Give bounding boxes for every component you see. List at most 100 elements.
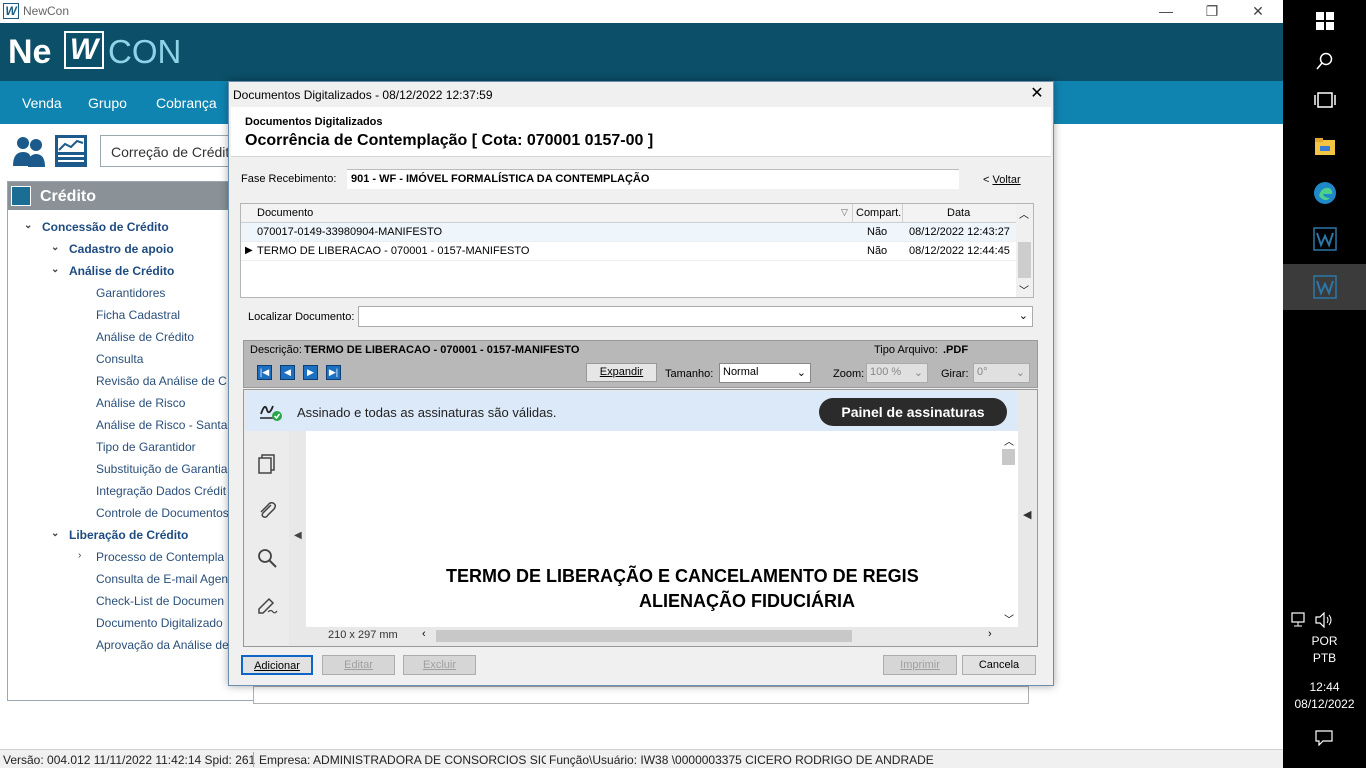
- users-icon[interactable]: [12, 134, 46, 168]
- collapse-left-icon[interactable]: ◀: [294, 530, 302, 541]
- tree-item[interactable]: Controle de Documentos: [96, 506, 229, 520]
- tipo-arquivo-label: Tipo Arquivo:: [874, 344, 938, 356]
- row-documento: TERMO DE LIBERACAO - 070001 - 0157-MANIF…: [257, 245, 530, 257]
- language-code[interactable]: POR: [1283, 634, 1366, 648]
- editar-button[interactable]: Editar: [322, 655, 395, 675]
- scroll-down-icon[interactable]: ﹀: [1019, 282, 1029, 297]
- edge-button[interactable]: [1283, 170, 1366, 216]
- scroll-up-icon[interactable]: ︿: [1019, 206, 1029, 221]
- localizar-documento-combo[interactable]: ⌄: [358, 306, 1033, 327]
- notification-icon[interactable]: [1315, 730, 1333, 746]
- scroll-right-icon[interactable]: ›: [988, 628, 992, 640]
- tree-item[interactable]: ⌄ Concessão de Crédito: [24, 220, 169, 234]
- volume-icon[interactable]: [1315, 612, 1335, 628]
- scroll-thumb[interactable]: [436, 630, 852, 642]
- table-row-selected[interactable]: ▶ TERMO DE LIBERACAO - 070001 - 0157-MAN…: [241, 242, 1017, 261]
- close-window-button[interactable]: ✕: [1235, 0, 1281, 23]
- minimize-button[interactable]: —: [1143, 0, 1189, 23]
- scroll-thumb[interactable]: [1002, 449, 1015, 465]
- col-data[interactable]: Data: [947, 207, 970, 219]
- tree-item[interactable]: Aprovação da Análise de: [96, 638, 229, 652]
- chevron-down-icon[interactable]: ⌄: [51, 528, 59, 539]
- tamanho-select[interactable]: Normal ⌄: [719, 363, 811, 383]
- last-page-button[interactable]: ▶|: [326, 365, 341, 380]
- chart-board-icon[interactable]: [54, 134, 88, 168]
- newcon-taskbar-button-2[interactable]: [1283, 264, 1366, 310]
- scroll-down-icon[interactable]: ﹀: [1004, 611, 1014, 626]
- expandir-button[interactable]: Expandir: [586, 363, 657, 382]
- next-page-button[interactable]: ▶: [303, 365, 318, 380]
- file-explorer-button[interactable]: [1283, 122, 1366, 168]
- chevron-right-icon[interactable]: ›: [78, 550, 81, 561]
- scroll-up-icon[interactable]: ︿: [1004, 433, 1014, 448]
- scroll-left-icon[interactable]: ‹: [422, 628, 426, 640]
- collapse-right-icon[interactable]: ◀: [1023, 508, 1031, 521]
- tree-item[interactable]: Check-List de Documen: [96, 594, 224, 608]
- prev-page-button[interactable]: ◀: [280, 365, 295, 380]
- tree-item[interactable]: Ficha Cadastral: [96, 308, 180, 322]
- row-data: 08/12/2022 12:44:45: [909, 245, 1010, 257]
- table-row[interactable]: 070017-0149-33980904-MANIFESTO Não 08/12…: [241, 223, 1017, 242]
- chevron-down-icon[interactable]: ⌄: [24, 220, 32, 231]
- chevron-down-icon[interactable]: ⌄: [51, 242, 59, 253]
- logo-w-box: W: [64, 31, 104, 69]
- list-icon: [11, 186, 31, 206]
- girar-select[interactable]: 0° ⌄: [973, 363, 1030, 383]
- pages-icon[interactable]: [256, 453, 278, 475]
- dialog-title: Documentos Digitalizados - 08/12/2022 12…: [233, 88, 493, 102]
- attachment-icon[interactable]: [256, 499, 278, 521]
- cancela-button[interactable]: Cancela: [962, 655, 1036, 675]
- sign-pen-icon[interactable]: [256, 594, 278, 616]
- network-icon[interactable]: [1291, 612, 1311, 628]
- tree-item[interactable]: › Processo de Contempla: [78, 550, 224, 564]
- tree-item[interactable]: ⌄ Cadastro de apoio: [51, 242, 174, 256]
- menu-venda[interactable]: Venda: [22, 95, 62, 111]
- zoom-select[interactable]: 100 % ⌄: [866, 363, 928, 383]
- grid-scrollbar[interactable]: ︿ ﹀: [1016, 204, 1033, 297]
- tree-item[interactable]: ⌄ Liberação de Crédito: [51, 528, 188, 542]
- col-compart[interactable]: Compart.: [856, 207, 901, 219]
- row-compart: Não: [867, 226, 888, 238]
- restore-button[interactable]: ❐: [1189, 0, 1235, 23]
- tree-item[interactable]: Análise de Risco - Santa: [96, 418, 227, 432]
- task-view-button[interactable]: [1283, 77, 1366, 123]
- excluir-button[interactable]: Excluir: [403, 655, 476, 675]
- voltar-link[interactable]: < Voltar: [983, 174, 1021, 186]
- chevron-down-icon[interactable]: ⌄: [51, 264, 59, 275]
- signature-valid-icon: [260, 405, 282, 421]
- window-title: NewCon: [23, 4, 70, 18]
- tree-item[interactable]: Consulta: [96, 352, 143, 366]
- tree-item[interactable]: Substituição de Garantia: [96, 462, 227, 476]
- tree-item[interactable]: Garantidores: [96, 286, 165, 300]
- pdf-horizontal-scrollbar[interactable]: ‹ ›: [420, 628, 1000, 643]
- clock-time[interactable]: 12:44: [1283, 680, 1366, 694]
- painel-de-assinaturas-button[interactable]: Painel de assinaturas: [819, 398, 1007, 426]
- dialog-heading: Ocorrência de Contemplação [ Cota: 07000…: [245, 132, 654, 149]
- tree-item[interactable]: Revisão da Análise de C: [96, 374, 227, 388]
- pdf-vertical-scrollbar[interactable]: ︿ ﹀: [1000, 431, 1018, 627]
- tree-item-label: Check-List de Documen: [96, 594, 225, 608]
- tree-item[interactable]: Consulta de E-mail Agen: [96, 572, 228, 586]
- tamanho-label: Tamanho:: [665, 368, 714, 380]
- scroll-thumb[interactable]: [1018, 242, 1031, 278]
- tree-item[interactable]: Documento Digitalizado: [96, 616, 223, 630]
- first-page-button[interactable]: |◀: [257, 365, 272, 380]
- adicionar-button[interactable]: Adicionar: [241, 655, 313, 675]
- clock-date[interactable]: 08/12/2022: [1283, 697, 1366, 711]
- keyboard-layout[interactable]: PTB: [1283, 651, 1366, 665]
- menu-cobranca[interactable]: Cobrança: [156, 95, 217, 111]
- row-data: 08/12/2022 12:43:27: [909, 226, 1010, 238]
- filter-icon[interactable]: ▽: [841, 207, 848, 218]
- imprimir-button[interactable]: Imprimir: [883, 655, 957, 675]
- newcon-taskbar-button-1[interactable]: [1283, 216, 1366, 262]
- tree-item[interactable]: Análise de Crédito: [96, 330, 194, 344]
- tree-item[interactable]: Integração Dados Crédit: [96, 484, 226, 498]
- chevron-down-icon[interactable]: ⌄: [1019, 309, 1028, 322]
- tree-item[interactable]: Tipo de Garantidor: [96, 440, 196, 454]
- col-documento[interactable]: Documento: [257, 207, 313, 219]
- tree-item[interactable]: Análise de Risco: [96, 396, 185, 410]
- dialog-close-button[interactable]: ✕: [1027, 84, 1047, 104]
- search-icon[interactable]: [256, 547, 278, 569]
- menu-grupo[interactable]: Grupo: [88, 95, 127, 111]
- tree-item[interactable]: ⌄ Análise de Crédito: [51, 264, 174, 278]
